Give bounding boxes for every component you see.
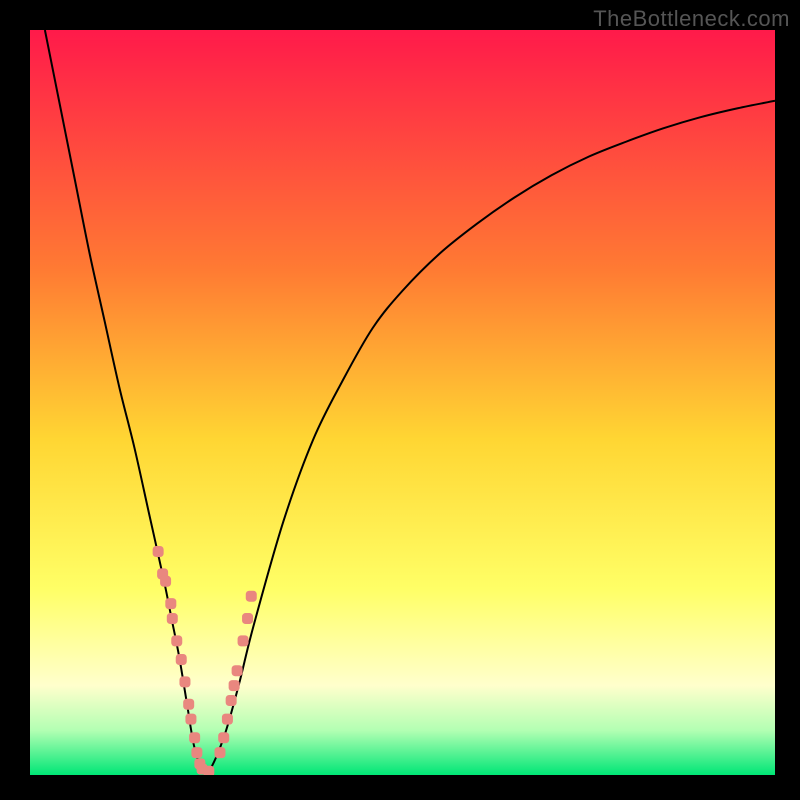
marker-dot	[183, 699, 194, 710]
marker-dot	[226, 695, 237, 706]
marker-dot	[242, 613, 253, 624]
marker-dot	[179, 676, 190, 687]
marker-dot	[246, 591, 257, 602]
marker-dot	[189, 732, 200, 743]
chart-plot-area	[30, 30, 775, 775]
marker-dot	[185, 714, 196, 725]
marker-dot	[160, 576, 171, 587]
marker-dot	[229, 680, 240, 691]
marker-dot	[171, 635, 182, 646]
chart-background-gradient	[30, 30, 775, 775]
marker-dot	[153, 546, 164, 557]
marker-dot	[214, 747, 225, 758]
marker-dot	[167, 613, 178, 624]
marker-dot	[238, 635, 249, 646]
marker-dot	[176, 654, 187, 665]
app-frame: TheBottleneck.com	[0, 0, 800, 800]
marker-dot	[203, 766, 214, 775]
marker-dot	[222, 714, 233, 725]
marker-dot	[218, 732, 229, 743]
marker-dot	[191, 747, 202, 758]
chart-svg	[30, 30, 775, 775]
marker-dot	[232, 665, 243, 676]
watermark-text: TheBottleneck.com	[593, 6, 790, 32]
marker-dot	[165, 598, 176, 609]
